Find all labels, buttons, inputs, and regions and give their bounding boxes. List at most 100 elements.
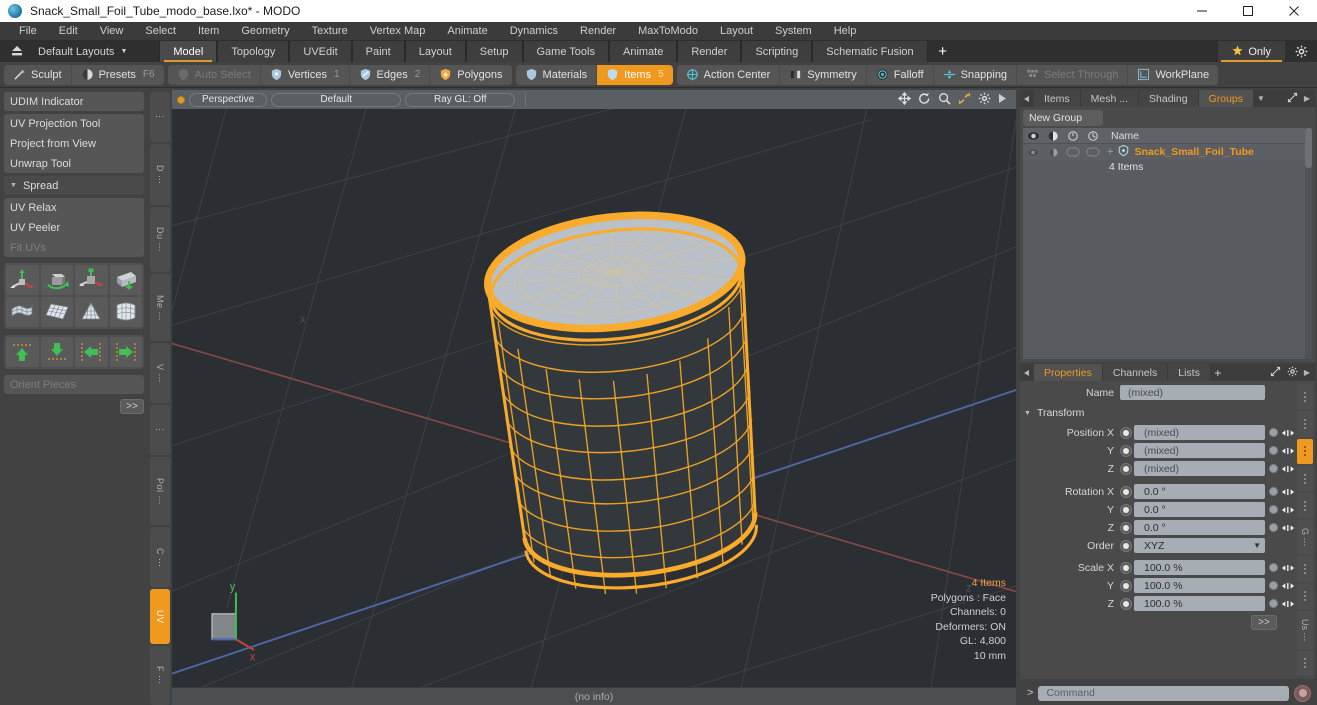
left-vtab-deform[interactable]: D ⋯: [150, 144, 170, 204]
expand-icon[interactable]: [1270, 366, 1281, 380]
uv-mesh-deform-icon[interactable]: [6, 297, 39, 327]
prop-side-tab-7[interactable]: [1297, 584, 1313, 609]
auto-select-button[interactable]: Auto Select: [168, 65, 260, 85]
scale-y-input[interactable]: 100.0 %: [1134, 578, 1265, 593]
rotate-icon[interactable]: [918, 92, 931, 108]
vertices-button[interactable]: Vertices 1: [260, 65, 349, 85]
menu-item-view[interactable]: View: [89, 22, 135, 41]
properties-add-tab-button[interactable]: +: [1211, 364, 1225, 381]
rotation-y-radio[interactable]: [1120, 504, 1132, 516]
rotation-x-knob[interactable]: [1267, 487, 1280, 496]
align-up-icon[interactable]: [6, 337, 39, 367]
uv-relax-button[interactable]: UV Relax: [4, 198, 144, 217]
position-x-input[interactable]: (mixed): [1134, 425, 1265, 440]
workplane-button[interactable]: WorkPlane: [1127, 65, 1218, 85]
new-group-button[interactable]: New Group: [1023, 110, 1103, 126]
layout-selector[interactable]: Default Layouts ▼: [34, 41, 137, 62]
align-left-icon[interactable]: [75, 337, 108, 367]
align-down-icon[interactable]: [41, 337, 74, 367]
tab-uvedit[interactable]: UVEdit: [289, 41, 351, 62]
menu-item-select[interactable]: Select: [134, 22, 187, 41]
tab-model[interactable]: Model: [159, 41, 217, 62]
left-vtab-polygon[interactable]: Pol ⋯: [150, 457, 170, 525]
fit-icon[interactable]: [958, 92, 971, 108]
align-right-icon[interactable]: [110, 337, 143, 367]
snapping-button[interactable]: Snapping: [933, 65, 1017, 85]
menu-item-vertex-map[interactable]: Vertex Map: [359, 22, 437, 41]
menu-item-help[interactable]: Help: [823, 22, 868, 41]
tab-channels[interactable]: Channels: [1103, 364, 1168, 381]
menu-item-texture[interactable]: Texture: [301, 22, 359, 41]
uv-scale-gizmo-icon[interactable]: [75, 265, 108, 295]
chevron-down-icon[interactable]: ▼: [1254, 90, 1268, 107]
menu-item-animate[interactable]: Animate: [436, 22, 498, 41]
rotation-y-knob[interactable]: [1267, 505, 1280, 514]
menu-item-maxtomodo[interactable]: MaxToModo: [627, 22, 709, 41]
table-row[interactable]: + Snack_Small_Foil_Tube: [1023, 144, 1305, 160]
viewport-shading-button[interactable]: Default: [271, 93, 401, 107]
polygons-button[interactable]: Polygons: [429, 65, 511, 85]
tab-mesh[interactable]: Mesh ...: [1081, 90, 1139, 107]
uv-peeler-button[interactable]: UV Peeler: [4, 218, 144, 237]
row-lock-icon[interactable]: [1063, 144, 1083, 160]
rotation-y-input[interactable]: 0.0 °: [1134, 502, 1265, 517]
transform-section-header[interactable]: ▼ Transform: [1020, 405, 1295, 421]
position-y-stepper[interactable]: [1280, 446, 1295, 456]
menu-item-system[interactable]: System: [764, 22, 823, 41]
order-select[interactable]: XYZ ▼: [1134, 538, 1265, 553]
gear-icon[interactable]: [1285, 41, 1317, 62]
tab-setup[interactable]: Setup: [466, 41, 523, 62]
orient-pieces-button[interactable]: Orient Pieces: [4, 375, 144, 394]
left-vtab-5[interactable]: ⋮: [150, 405, 170, 455]
menu-item-render[interactable]: Render: [569, 22, 627, 41]
left-vtab-0[interactable]: ⋮: [150, 92, 170, 142]
scale-z-knob[interactable]: [1267, 599, 1280, 608]
tab-render[interactable]: Render: [677, 41, 741, 62]
position-z-knob[interactable]: [1267, 464, 1280, 473]
tab-schematic-fusion[interactable]: Schematic Fusion: [812, 41, 927, 62]
prop-side-tab-0[interactable]: [1297, 384, 1313, 409]
expand-row-icon[interactable]: +: [1107, 146, 1113, 158]
unwrap-tool-button[interactable]: Unwrap Tool: [4, 154, 144, 173]
fit-uvs-button[interactable]: Fit UVs: [4, 238, 144, 257]
tab-items[interactable]: Items: [1034, 90, 1081, 107]
scale-y-knob[interactable]: [1267, 581, 1280, 590]
position-z-input[interactable]: (mixed): [1134, 461, 1265, 476]
lock-icon[interactable]: [1063, 128, 1083, 143]
rotation-x-stepper[interactable]: [1280, 487, 1295, 497]
position-x-radio[interactable]: [1120, 427, 1132, 439]
left-vtab-f[interactable]: F ⋯: [150, 646, 170, 705]
project-from-view-button[interactable]: Project from View: [4, 134, 144, 153]
left-vtab-curve[interactable]: C ⋯: [150, 527, 170, 587]
name-field[interactable]: (mixed): [1120, 385, 1265, 400]
only-button[interactable]: Only: [1218, 41, 1285, 62]
uv-rotate-cube-icon[interactable]: [41, 265, 74, 295]
left-vtab-uv[interactable]: UV: [150, 589, 170, 643]
prop-side-tab-3[interactable]: [1297, 466, 1313, 491]
position-x-stepper[interactable]: [1280, 428, 1295, 438]
lock-alt-icon[interactable]: [1083, 128, 1103, 143]
rotation-x-radio[interactable]: [1120, 486, 1132, 498]
eye-icon[interactable]: [1023, 128, 1043, 143]
menu-item-geometry[interactable]: Geometry: [230, 22, 300, 41]
scale-x-stepper[interactable]: [1280, 563, 1295, 573]
close-icon[interactable]: [1271, 0, 1317, 22]
expand-icon[interactable]: [1287, 92, 1298, 106]
position-x-knob[interactable]: [1267, 428, 1280, 437]
tab-shading[interactable]: Shading: [1139, 90, 1199, 107]
command-input[interactable]: Command: [1038, 686, 1289, 701]
groups-more-icon[interactable]: ▶: [1304, 94, 1310, 103]
prop-side-tab-active[interactable]: [1297, 439, 1313, 464]
uv-move-gizmo-icon[interactable]: [6, 265, 39, 295]
scale-z-stepper[interactable]: [1280, 599, 1295, 609]
prop-side-tab-us[interactable]: Us ⋯: [1297, 611, 1313, 649]
uv-grid-plane-icon[interactable]: [41, 297, 74, 327]
position-z-stepper[interactable]: [1280, 464, 1295, 474]
left-vtab-duplicate[interactable]: Du ⋯: [150, 207, 170, 273]
menu-item-edit[interactable]: Edit: [48, 22, 89, 41]
scale-z-radio[interactable]: [1120, 598, 1132, 610]
rotation-y-stepper[interactable]: [1280, 505, 1295, 515]
row-lock-alt-icon[interactable]: [1083, 144, 1103, 160]
scale-y-radio[interactable]: [1120, 580, 1132, 592]
order-radio[interactable]: [1120, 540, 1132, 552]
